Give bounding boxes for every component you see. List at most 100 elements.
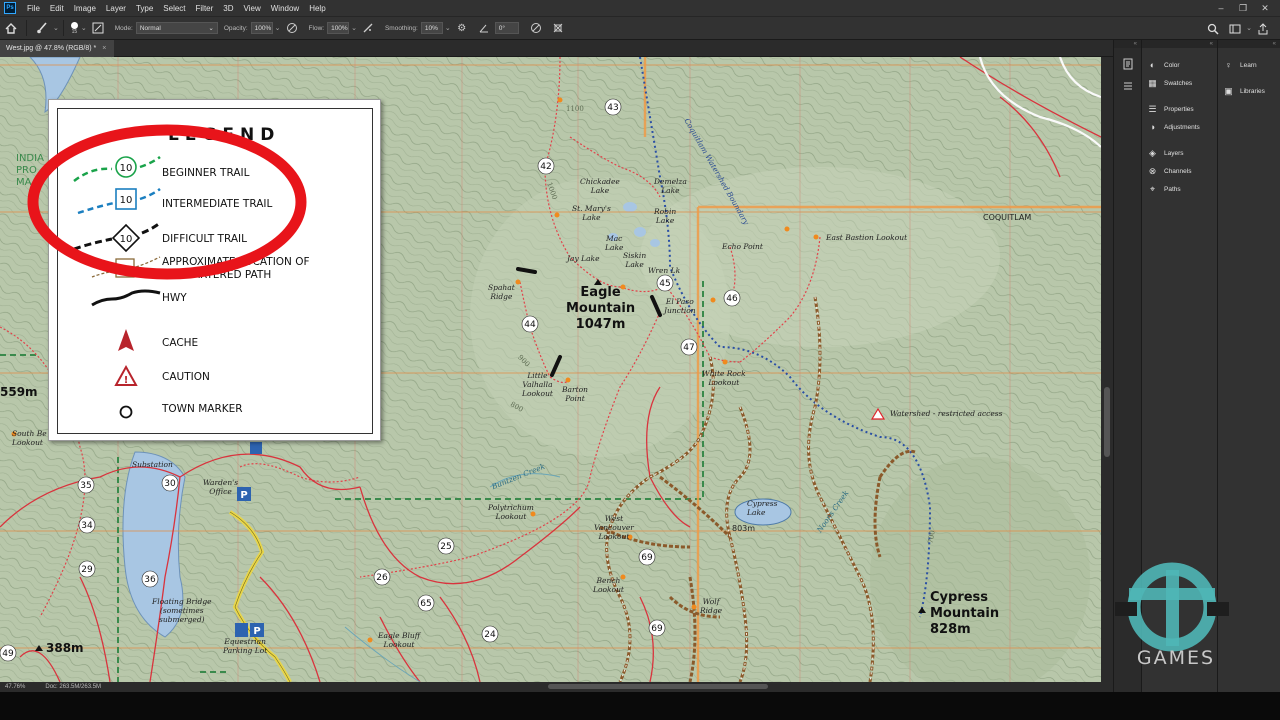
svg-text:47: 47: [683, 343, 694, 353]
mode-select[interactable]: Normal ⌄: [135, 22, 218, 34]
svg-text:24: 24: [484, 630, 496, 640]
panel-label: Color: [1164, 61, 1180, 69]
menu-help[interactable]: Help: [304, 4, 330, 13]
menu-type[interactable]: Type: [131, 4, 158, 13]
document-tab-bar: West.jpg @ 47.8% (RGB/8) * ×: [0, 40, 1113, 57]
legend-town-marker: TOWN MARKER: [162, 403, 243, 415]
smoothing-label: Smoothing:: [384, 24, 418, 32]
chevron-down-icon[interactable]: ⌄: [53, 24, 59, 32]
document-size-info[interactable]: Doc: 263.5M/263.5M: [45, 684, 101, 690]
menu-filter[interactable]: Filter: [191, 4, 219, 13]
panel-swatches[interactable]: ▦ Swatches: [1142, 74, 1217, 92]
menu-layer[interactable]: Layer: [101, 4, 131, 13]
panel-channels[interactable]: ⊗ Channels: [1142, 162, 1217, 180]
panel-adjustments[interactable]: ◑ Adjustments: [1142, 118, 1217, 136]
share-icon[interactable]: [1254, 20, 1272, 38]
close-icon[interactable]: ✕: [1254, 0, 1276, 16]
wren-lk-label: Wren Lk: [648, 266, 681, 275]
menu-file[interactable]: File: [22, 4, 45, 13]
collapse-panels-icon[interactable]: «: [1142, 40, 1217, 48]
collapse-panels-icon[interactable]: «: [1114, 40, 1141, 48]
workspace-icon[interactable]: [1226, 20, 1244, 38]
svg-text:35: 35: [80, 481, 91, 491]
svg-text:P: P: [253, 626, 260, 637]
document-canvas[interactable]: 43 42 44 45 46 47 30 35 34 29 36 25 26 65 24 69 69 4…: [0, 57, 1101, 682]
peak-559m-label: 559m: [0, 385, 38, 399]
coquitlam-label: COQUITLAM: [983, 213, 1032, 222]
menu-select[interactable]: Select: [158, 4, 190, 13]
adjustments-icon: ◑: [1149, 122, 1156, 132]
red-ellipse-annotation: [27, 124, 307, 280]
panel-paths[interactable]: ⌖ Paths: [1142, 180, 1217, 198]
flow-input[interactable]: 100%: [327, 22, 350, 34]
chevron-down-icon[interactable]: ⌄: [445, 24, 451, 32]
properties-icon: ☰: [1148, 103, 1157, 114]
panel-group-color: ◐ Color ▦ Swatches: [1142, 56, 1217, 92]
east-bastion-lookout-label: East Bastion Lookout: [826, 233, 908, 242]
chevron-down-icon[interactable]: ⌄: [1246, 24, 1252, 38]
document-tab[interactable]: West.jpg @ 47.8% (RGB/8) * ×: [0, 40, 115, 57]
robin-lake-label: Robin Lake: [654, 207, 677, 225]
brush-settings-panel-icon[interactable]: [1114, 80, 1141, 92]
minimize-icon[interactable]: –: [1210, 0, 1232, 16]
menu-3d[interactable]: 3D: [218, 4, 238, 13]
document-tab-title: West.jpg @ 47.8% (RGB/8) *: [6, 45, 97, 52]
chevron-down-icon[interactable]: ⌄: [275, 24, 281, 32]
spahat-ridge-label: Spahat Ridge: [488, 283, 515, 301]
angle-icon: [475, 19, 493, 37]
smoothing-input[interactable]: 10%: [420, 22, 443, 34]
panel-color[interactable]: ◐ Color: [1142, 56, 1217, 74]
panel-libraries[interactable]: ▣ Libraries: [1218, 82, 1280, 100]
smoothing-options-gear-icon[interactable]: ⚙: [453, 19, 471, 37]
peak-388m-label: 388m: [46, 641, 84, 655]
brush-preset-picker[interactable]: 15: [70, 21, 78, 35]
options-bar: ⌄ 15 ⌄ Mode: Normal ⌄ Opacity: 100% ⌄ Fl…: [0, 16, 1280, 40]
panel-label: Layers: [1164, 149, 1184, 157]
panel-label: Channels: [1164, 167, 1192, 175]
collapse-panels-icon[interactable]: «: [1218, 40, 1280, 48]
scroll-thumb[interactable]: [1104, 387, 1110, 457]
chevron-down-icon[interactable]: ⌄: [81, 24, 87, 32]
legend-hwy: HWY: [162, 292, 187, 304]
scroll-thumb[interactable]: [548, 684, 768, 689]
panel-properties[interactable]: ☰ Properties: [1142, 100, 1217, 118]
opacity-input[interactable]: 100%: [250, 22, 273, 34]
opacity-label: Opacity:: [223, 24, 248, 32]
echo-point-label: Echo Point: [722, 242, 763, 251]
airbrush-icon[interactable]: [359, 19, 377, 37]
chevron-down-icon[interactable]: ⌄: [351, 24, 357, 32]
panel-group-learn: ♀ Learn ▣ Libraries: [1218, 56, 1280, 100]
close-tab-icon[interactable]: ×: [102, 45, 106, 52]
zoom-level[interactable]: 47.76%: [5, 684, 25, 690]
panel-group-properties: ☰ Properties ◑ Adjustments: [1142, 100, 1217, 136]
status-bar: 47.76% Doc: 263.5M/263.5M: [0, 682, 300, 692]
photoshop-logo-icon: Ps: [4, 2, 16, 14]
mode-label: Mode:: [114, 24, 133, 32]
maximize-icon[interactable]: ❐: [1232, 0, 1254, 16]
history-icon[interactable]: [1114, 58, 1141, 70]
pressure-size-icon[interactable]: [527, 19, 545, 37]
search-icon[interactable]: [1204, 20, 1222, 38]
jay-lake-label: Jay Lake: [567, 254, 600, 263]
svg-text:65: 65: [420, 599, 431, 609]
channels-icon: ⊗: [1148, 165, 1157, 176]
menu-window[interactable]: Window: [266, 4, 304, 13]
panel-learn[interactable]: ♀ Learn: [1218, 56, 1280, 74]
home-icon[interactable]: [2, 19, 20, 37]
pressure-opacity-icon[interactable]: [283, 19, 301, 37]
brush-tool-icon[interactable]: [33, 19, 51, 37]
svg-text:26: 26: [376, 573, 388, 583]
menu-view[interactable]: View: [239, 4, 266, 13]
svg-text:29: 29: [81, 565, 93, 575]
svg-text:30: 30: [164, 479, 176, 489]
eagle-mountain-label: Eagle Mountain 1047m: [566, 285, 636, 332]
symmetry-icon[interactable]: [549, 19, 567, 37]
legend-cache: CACHE: [162, 337, 199, 349]
angle-input[interactable]: 0°: [494, 22, 519, 34]
letterbox-bar: [0, 692, 1280, 720]
panel-layers[interactable]: ◈ Layers: [1142, 144, 1217, 162]
menu-edit[interactable]: Edit: [45, 4, 69, 13]
vertical-scrollbar[interactable]: [1101, 57, 1113, 682]
brush-settings-icon[interactable]: [89, 19, 107, 37]
menu-image[interactable]: Image: [69, 4, 101, 13]
